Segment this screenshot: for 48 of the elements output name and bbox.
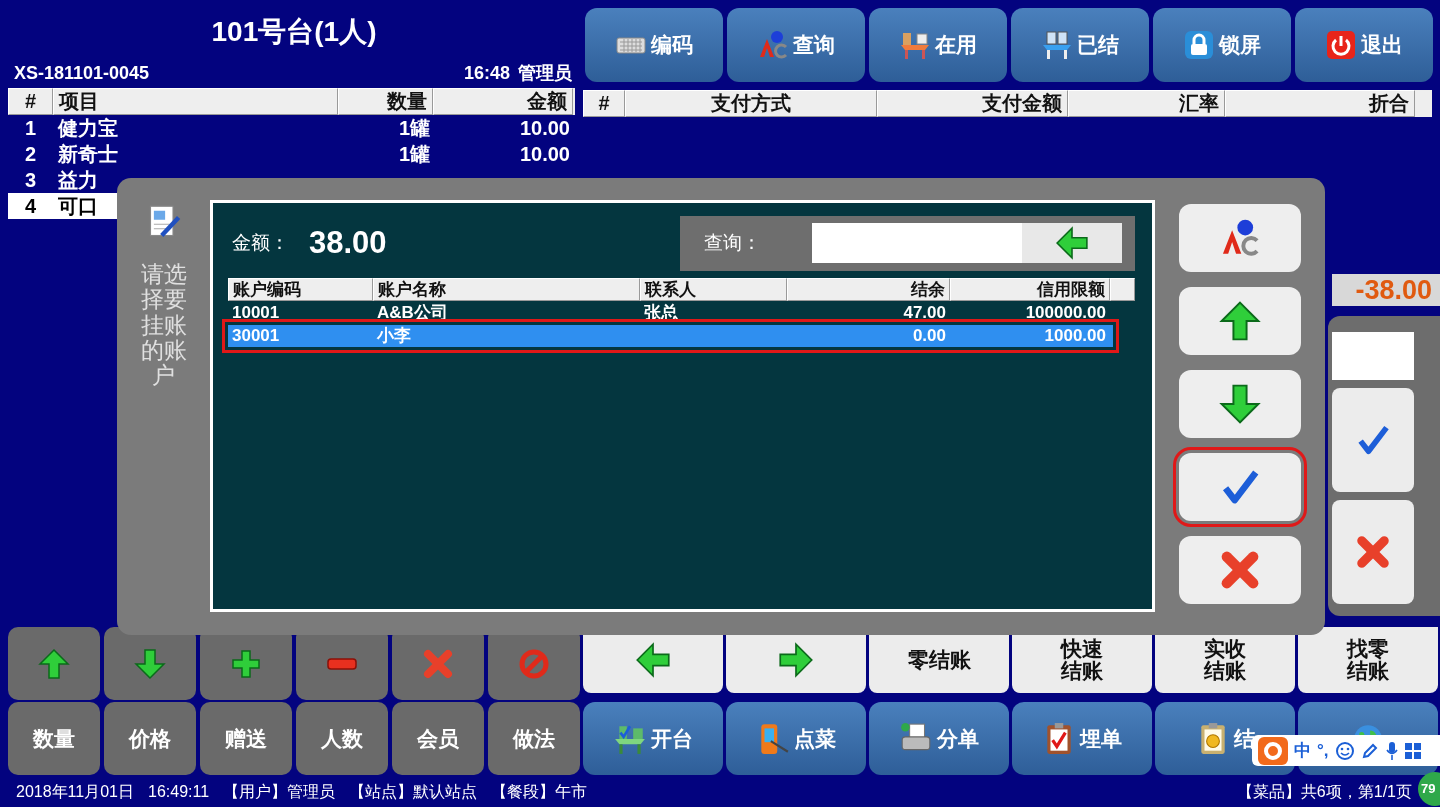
order-number: XS-181101-0045 (13, 62, 150, 84)
status-text: 16:49:11 (148, 782, 210, 802)
column-header: 汇率 (1068, 90, 1225, 117)
operator-name: 管理员 (518, 62, 572, 84)
column-header: 结余 (787, 278, 950, 301)
balance-amount: -38.00 (1332, 274, 1440, 306)
column-header: 项目 (53, 88, 338, 115)
credit-limit: 1000.00 (1044, 326, 1106, 345)
column-header: 账户编码 (228, 278, 373, 301)
row-number: 2 (23, 142, 38, 167)
table-title: 101号台(1人) (210, 15, 378, 46)
item-name: 可口 (57, 194, 99, 219)
column-header: # (8, 88, 53, 115)
column-header: 数量 (338, 88, 433, 115)
credit-limit: 100000.00 (1025, 303, 1106, 322)
balance: 0.00 (912, 326, 946, 345)
order-time: 16:48 (463, 62, 510, 84)
search-label: 查询： (704, 230, 762, 255)
status-text: 2018年11月01日 (16, 782, 134, 802)
amount: 10.00 (518, 142, 571, 167)
column-header: 金额 (433, 88, 573, 115)
amount: 10.00 (518, 116, 571, 141)
row-number: 4 (23, 194, 38, 219)
row-number: 3 (23, 168, 38, 193)
dialog-prompt: 请选择要挂账的账户 (140, 262, 187, 389)
item-name: 健力宝 (56, 116, 119, 141)
account-name: 小李 (376, 325, 412, 347)
row-number: 1 (23, 116, 38, 141)
item-name: 新奇士 (57, 142, 119, 167)
item-name: 益力 (57, 168, 99, 193)
amount-value: 38.00 (309, 223, 387, 262)
column-header: 账户名称 (373, 278, 640, 301)
balance: 47.00 (903, 303, 946, 322)
status-text: 【菜品】共6项，第1/1页 (1236, 782, 1412, 802)
status-text: 【餐段】午市 (491, 782, 588, 802)
status-text: 【站点】默认站点 (349, 782, 478, 802)
column-header: 联系人 (640, 278, 787, 301)
column-header: # (583, 90, 625, 117)
column-header: 支付方式 (625, 90, 877, 117)
quantity: 1罐 (397, 142, 431, 167)
account-code: 10001 (231, 302, 281, 324)
account-code: 30001 (231, 325, 281, 347)
quantity: 1罐 (397, 116, 431, 141)
column-header: 信用限额 (950, 278, 1110, 301)
status-text: 【用户】管理员 (223, 782, 336, 802)
column-header: 折合 (1225, 90, 1415, 117)
amount-label: 金额： (232, 230, 289, 255)
column-header: 支付金额 (877, 90, 1068, 117)
